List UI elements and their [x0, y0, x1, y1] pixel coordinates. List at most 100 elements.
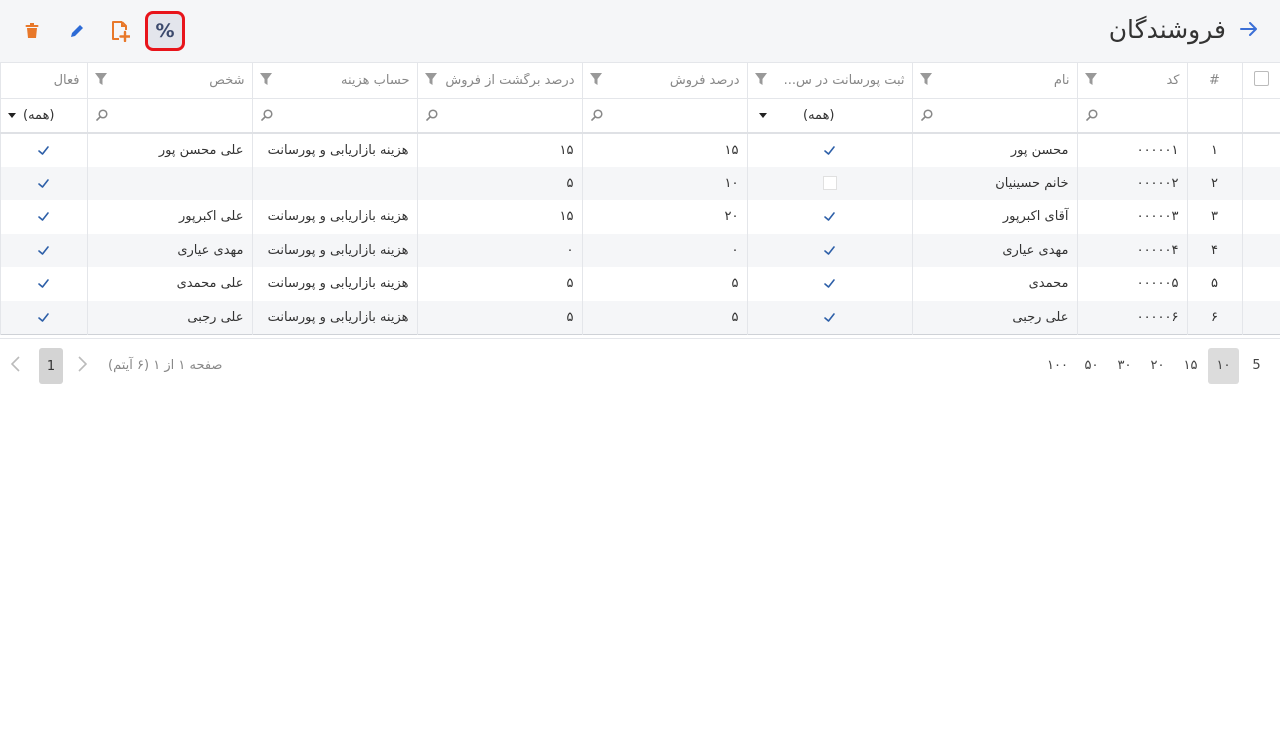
check-icon — [37, 209, 50, 224]
search-icon — [590, 108, 603, 125]
table-row[interactable]: ۳ ۰۰۰۰۰۳ آقای اکبرپور ۲۰ ۱۵ هزینه بازاریابی و… — [0, 200, 1280, 234]
column-header-row[interactable]: # — [1186, 63, 1242, 99]
code-cell: ۰۰۰۰۰۲ — [1076, 166, 1187, 200]
name-cell: آقای اکبرپور — [911, 200, 1077, 234]
row-select-cell[interactable] — [1241, 200, 1280, 234]
search-icon — [260, 108, 273, 125]
return-pct-cell: ۱۵ — [416, 200, 582, 234]
expense-cell: هزینه بازاریابی و پورسانت — [251, 267, 417, 301]
row-select-cell[interactable] — [1241, 166, 1280, 200]
filter-cell-row — [1186, 98, 1242, 134]
filter-icon[interactable] — [94, 72, 108, 90]
sale-pct-cell: ۵ — [581, 267, 747, 301]
filter-icon[interactable] — [424, 72, 438, 90]
pencil-icon — [69, 23, 85, 39]
filter-person-input[interactable] — [86, 98, 252, 134]
filter-icon[interactable] — [1084, 72, 1098, 90]
filter-return-pct-input[interactable] — [416, 98, 582, 134]
pager: 5 ۱۰ ۱۵ ۲۰ ۳۰ ۵۰ ۱۰۰ صفحه ۱ از ۱ (۶ آیتم) 1 — [0, 338, 1280, 394]
name-cell: محسن پور — [911, 133, 1077, 167]
arrow-right-icon[interactable] — [1240, 12, 1258, 48]
select-all-checkbox[interactable] — [1253, 70, 1269, 86]
register-cell — [746, 233, 912, 267]
table-row[interactable]: ۵ ۰۰۰۰۰۵ محمدی ۵ ۵ هزینه بازاریابی و پورسانت ع… — [0, 267, 1280, 301]
page-size-option[interactable]: ۱۰ — [1208, 348, 1239, 384]
row-number: ۴ — [1186, 233, 1242, 267]
table-row[interactable]: ۴ ۰۰۰۰۰۴ مهدی عیاری ۰ ۰ هزینه بازاریابی و پور… — [0, 233, 1280, 267]
column-header-person[interactable]: شخص — [86, 63, 252, 99]
table-body: ۱ ۰۰۰۰۰۱ محسن پور ۱۵ ۱۵ هزینه بازاریابی و پور… — [0, 133, 1280, 334]
column-header-register[interactable]: ثبت پورسانت در س... — [746, 63, 912, 99]
delete-button[interactable] — [12, 11, 52, 51]
prev-page-button[interactable] — [4, 348, 28, 384]
page-size-option[interactable]: ۱۰۰ — [1041, 348, 1074, 384]
filter-icon[interactable] — [589, 72, 603, 90]
person-cell: علی اکبرپور — [86, 200, 252, 234]
column-header-name[interactable]: نام — [911, 63, 1077, 99]
row-select-cell[interactable] — [1241, 267, 1280, 301]
return-pct-cell: ۵ — [416, 300, 582, 334]
row-select-cell[interactable] — [1241, 233, 1280, 267]
page-size-selector: 5 ۱۰ ۱۵ ۲۰ ۳۰ ۵۰ ۱۰۰ — [1041, 348, 1272, 384]
new-document-button[interactable] — [100, 11, 140, 51]
register-cell — [746, 200, 912, 234]
filter-icon[interactable] — [259, 72, 273, 90]
register-cell — [746, 267, 912, 301]
expense-cell: هزینه بازاریابی و پورسانت — [251, 300, 417, 334]
filter-icon[interactable] — [754, 72, 768, 90]
next-page-button[interactable] — [70, 348, 94, 384]
expense-cell: هزینه بازاریابی و پورسانت — [251, 233, 417, 267]
active-cell — [0, 166, 87, 200]
column-header-sale-pct[interactable]: درصد فروش — [581, 63, 747, 99]
expense-cell: هزینه بازاریابی و پورسانت — [251, 200, 417, 234]
row-number: ۱ — [1186, 133, 1242, 167]
filter-register-select[interactable]: (همه) — [746, 98, 912, 134]
filter-name-input[interactable] — [911, 98, 1077, 134]
row-select-cell[interactable] — [1241, 300, 1280, 334]
commission-percent-button[interactable]: % — [145, 11, 185, 51]
column-header-code[interactable]: کد — [1076, 63, 1187, 99]
table-row[interactable]: ۱ ۰۰۰۰۰۱ محسن پور ۱۵ ۱۵ هزینه بازاریابی و پور… — [0, 133, 1280, 167]
page-button-current[interactable]: 1 — [39, 348, 63, 384]
search-icon — [425, 108, 438, 125]
page-size-option[interactable]: ۱۵ — [1175, 348, 1206, 384]
page-size-option[interactable]: ۳۰ — [1109, 348, 1140, 384]
search-icon — [920, 108, 933, 125]
empty-checkbox — [822, 176, 837, 191]
filter-active-select[interactable]: (همه) — [0, 98, 87, 134]
person-cell — [86, 166, 252, 200]
return-pct-cell: ۵ — [416, 166, 582, 200]
check-icon — [823, 209, 836, 224]
code-cell: ۰۰۰۰۰۱ — [1076, 133, 1187, 167]
filter-sale-pct-input[interactable] — [581, 98, 747, 134]
filter-icon[interactable] — [919, 72, 933, 90]
row-number: ۵ — [1186, 267, 1242, 301]
row-select-cell[interactable] — [1241, 133, 1280, 167]
filter-code-input[interactable] — [1076, 98, 1187, 134]
edit-button[interactable] — [57, 11, 97, 51]
register-cell — [746, 133, 912, 167]
column-header-expense[interactable]: حساب هزینه — [251, 63, 417, 99]
check-icon — [37, 276, 50, 291]
column-header-return-pct[interactable]: درصد برگشت از فروش — [416, 63, 582, 99]
sale-pct-cell: ۰ — [581, 233, 747, 267]
page-size-option[interactable]: ۵۰ — [1076, 348, 1107, 384]
row-number: ۲ — [1186, 166, 1242, 200]
page-size-option[interactable]: ۲۰ — [1142, 348, 1173, 384]
column-header-active[interactable]: فعال — [0, 63, 87, 99]
filter-expense-input[interactable] — [251, 98, 417, 134]
table-row[interactable]: ۲ ۰۰۰۰۰۲ خانم حسینیان ۱۰ ۵ — [0, 166, 1280, 200]
expense-cell — [251, 166, 417, 200]
sale-pct-cell: ۱۰ — [581, 166, 747, 200]
active-cell — [0, 200, 87, 234]
select-all-header[interactable] — [1241, 63, 1280, 99]
sale-pct-cell: ۲۰ — [581, 200, 747, 234]
page-info: صفحه ۱ از ۱ (۶ آیتم) — [108, 358, 223, 373]
chevron-left-icon — [10, 356, 21, 376]
table-row[interactable]: ۶ ۰۰۰۰۰۶ علی رجبی ۵ ۵ هزینه بازاریابی و پورسا… — [0, 300, 1280, 334]
active-cell — [0, 233, 87, 267]
sale-pct-cell: ۵ — [581, 300, 747, 334]
page-size-option[interactable]: 5 — [1241, 348, 1272, 384]
search-icon — [1085, 108, 1098, 125]
chevron-down-icon — [7, 112, 16, 118]
